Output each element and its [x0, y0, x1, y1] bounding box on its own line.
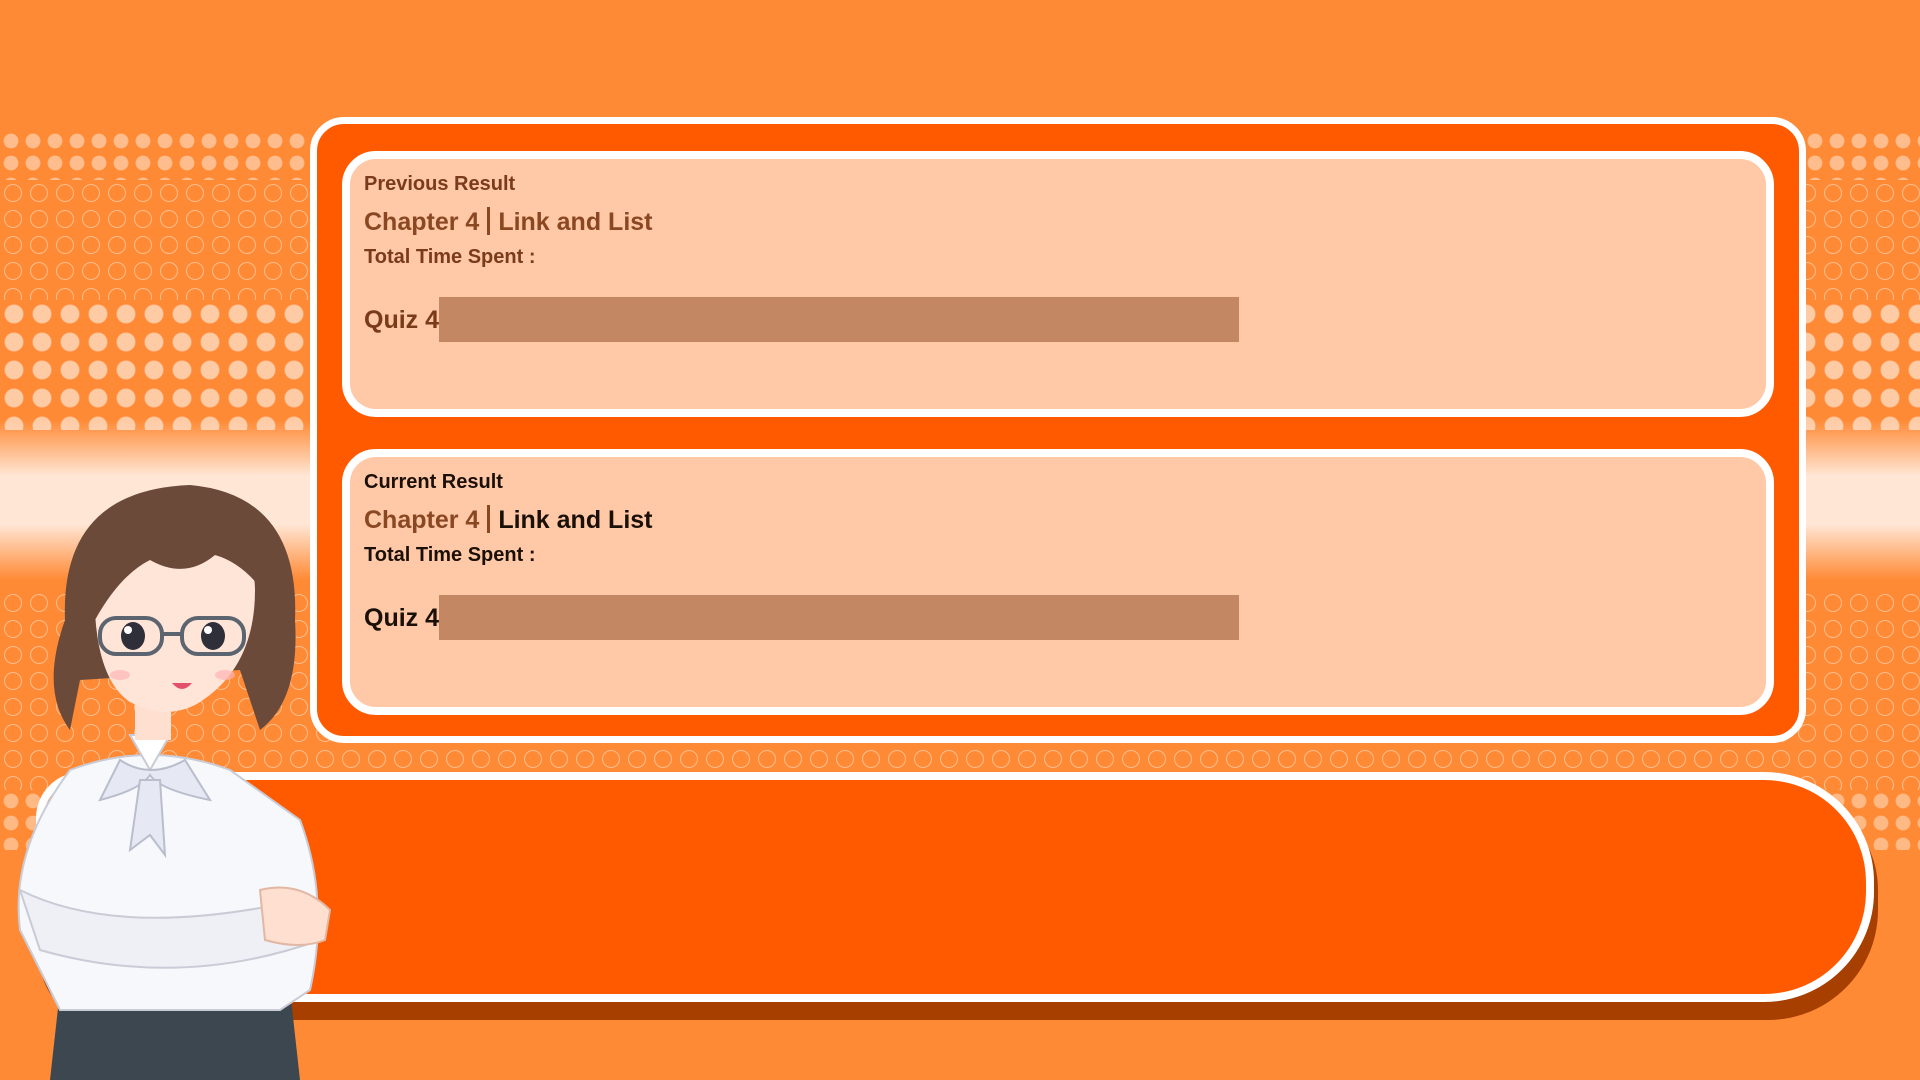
current-chapter-title: Chapter 4 Link and List — [364, 505, 653, 535]
previous-chapter-name: Link and List — [498, 208, 653, 236]
previous-chapter-title: Chapter 4 Link and List — [364, 207, 653, 237]
current-chapter-number: Chapter 4 — [364, 506, 480, 534]
previous-chapter-number: Chapter 4 — [364, 208, 480, 236]
current-time-spent-label: Total Time Spent : — [364, 544, 536, 566]
current-result-card: Current Result Chapter 4 Link and List To… — [342, 449, 1774, 715]
anime-teacher-character-icon — [17, 485, 332, 1080]
current-result-heading: Current Result — [364, 471, 503, 493]
previous-result-card: Previous Result Chapter 4 Link and List T… — [342, 151, 1774, 417]
chapter-separator — [487, 505, 491, 533]
current-quiz-result-bar — [439, 595, 1239, 640]
chapter-separator — [487, 207, 491, 235]
previous-result-heading: Previous Result — [364, 173, 516, 195]
previous-quiz-result-bar — [439, 297, 1239, 342]
previous-time-spent-label: Total Time Spent : — [364, 246, 536, 268]
previous-quiz-label: Quiz 4 — [364, 306, 440, 334]
current-chapter-name: Link and List — [498, 506, 653, 534]
results-panel: Previous Result Chapter 4 Link and List T… — [310, 117, 1806, 743]
